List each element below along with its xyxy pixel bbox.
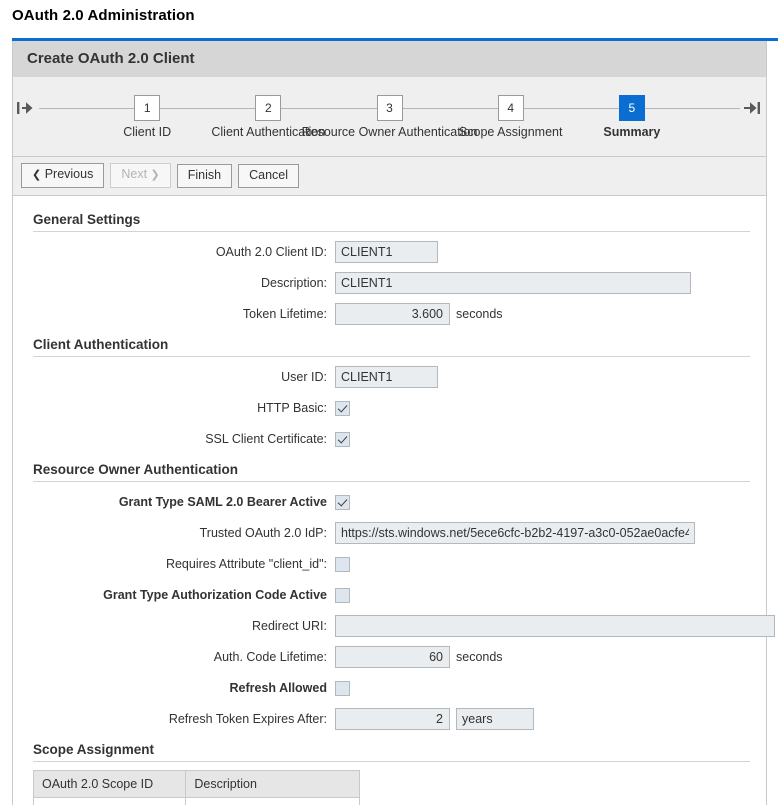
roadmap-step-2[interactable]: 2 Client Authentication	[255, 95, 281, 121]
description-label: Description:	[13, 276, 335, 290]
token-lifetime-label: Token Lifetime:	[13, 307, 335, 321]
section-title-general-settings: General Settings	[13, 206, 766, 231]
field-row-refresh-allowed: Refresh Allowed	[13, 677, 766, 699]
section-divider	[33, 761, 750, 762]
description-input[interactable]	[335, 272, 691, 294]
column-header-scope-id[interactable]: OAuth 2.0 Scope ID	[34, 771, 186, 798]
cell-description: Data Aging Manage Groups	[186, 798, 359, 805]
field-row-user-id: User ID:	[13, 366, 766, 388]
section-title-scope-assignment: Scope Assignment	[13, 736, 766, 761]
next-button-top[interactable]: Next ❯	[110, 163, 170, 188]
token-lifetime-unit: seconds	[456, 307, 503, 321]
oauth-admin-page: OAuth 2.0 Administration Create OAuth 2.…	[0, 0, 778, 805]
field-row-description: Description:	[13, 272, 766, 294]
table-row[interactable]: DAAG_MNGGRP_0001 Data Aging Manage Group…	[34, 798, 360, 805]
field-row-auth-code-active: Grant Type Authorization Code Active	[13, 584, 766, 606]
field-row-auth-code-lifetime: Auth. Code Lifetime: seconds	[13, 646, 766, 668]
roadmap-start-icon	[13, 95, 39, 121]
section-divider	[33, 231, 750, 232]
roadmap-step-1-label: Client ID	[123, 125, 171, 139]
roadmap-step-2-number: 2	[255, 95, 281, 121]
saml-bearer-checkbox[interactable]	[335, 495, 350, 510]
roadmap-step-1[interactable]: 1 Client ID	[134, 95, 160, 121]
redirect-uri-input[interactable]	[335, 615, 775, 637]
roadmap-connector	[403, 95, 498, 121]
finish-button-top[interactable]: Finish	[177, 164, 232, 188]
roadmap-step-3-number: 3	[377, 95, 403, 121]
roadmap-step-4-number: 4	[498, 95, 524, 121]
cell-scope-id: DAAG_MNGGRP_0001	[34, 798, 186, 805]
chevron-left-icon: ❮	[32, 169, 41, 181]
roadmap-step-3[interactable]: 3 Resource Owner Authentication	[377, 95, 403, 121]
roadmap-step-5[interactable]: 5 Summary	[619, 95, 645, 121]
roadmap-connector	[645, 95, 740, 121]
roadmap-step-4-label: Scope Assignment	[459, 125, 563, 139]
column-header-description[interactable]: Description	[186, 771, 359, 798]
roadmap-connector	[39, 95, 134, 121]
field-row-trusted-idp: Trusted OAuth 2.0 IdP:	[13, 522, 766, 544]
user-id-input[interactable]	[335, 366, 438, 388]
auth-code-active-checkbox[interactable]	[335, 588, 350, 603]
roadmap-step-4[interactable]: 4 Scope Assignment	[498, 95, 524, 121]
field-row-saml-bearer: Grant Type SAML 2.0 Bearer Active	[13, 491, 766, 513]
saml-bearer-label: Grant Type SAML 2.0 Bearer Active	[13, 495, 335, 509]
roadmap-step-1-number: 1	[134, 95, 160, 121]
panel-header-title: Create OAuth 2.0 Client	[13, 41, 766, 77]
chevron-right-icon: ❯	[151, 169, 160, 181]
roadmap-step-5-number: 5	[619, 95, 645, 121]
auth-code-lifetime-label: Auth. Code Lifetime:	[13, 650, 335, 664]
field-row-redirect-uri: Redirect URI:	[13, 615, 766, 637]
section-title-resource-owner-authentication: Resource Owner Authentication	[13, 456, 766, 481]
create-client-panel: Create OAuth 2.0 Client 1 Client ID	[12, 41, 767, 805]
auth-code-active-label: Grant Type Authorization Code Active	[13, 588, 335, 602]
roadmap-connector	[281, 95, 376, 121]
table-header-row: OAuth 2.0 Scope ID Description	[34, 771, 360, 798]
refresh-token-expires-unit-input[interactable]	[456, 708, 534, 730]
field-row-ssl-client-certificate: SSL Client Certificate:	[13, 428, 766, 450]
client-id-input[interactable]	[335, 241, 438, 263]
auth-code-lifetime-unit: seconds	[456, 650, 503, 664]
wizard-roadmap: 1 Client ID 2 Client Authentication 3 Re…	[13, 77, 766, 157]
previous-button-top[interactable]: ❮ Previous	[21, 163, 104, 188]
next-button-top-label: Next	[121, 167, 147, 181]
wizard-toolbar-top: ❮ Previous Next ❯ Finish Cancel	[13, 157, 766, 196]
scope-assignment-table: OAuth 2.0 Scope ID Description DAAG_MNGG…	[33, 770, 360, 805]
requires-client-id-label: Requires Attribute "client_id":	[13, 557, 335, 571]
cancel-button-top[interactable]: Cancel	[238, 164, 299, 188]
user-id-label: User ID:	[13, 370, 335, 384]
refresh-allowed-checkbox[interactable]	[335, 681, 350, 696]
section-divider	[33, 481, 750, 482]
refresh-token-expires-input[interactable]	[335, 708, 450, 730]
token-lifetime-input[interactable]	[335, 303, 450, 325]
roadmap-step-5-label: Summary	[603, 125, 660, 139]
roadmap-connector	[160, 95, 255, 121]
http-basic-label: HTTP Basic:	[13, 401, 335, 415]
auth-code-lifetime-input[interactable]	[335, 646, 450, 668]
ssl-client-certificate-checkbox[interactable]	[335, 432, 350, 447]
field-row-http-basic: HTTP Basic:	[13, 397, 766, 419]
app-title-bar: OAuth 2.0 Administration	[0, 0, 778, 36]
roadmap-connector	[524, 95, 619, 121]
field-row-requires-client-id: Requires Attribute "client_id":	[13, 553, 766, 575]
roadmap-track: 1 Client ID 2 Client Authentication 3 Re…	[13, 95, 766, 121]
previous-button-top-label: Previous	[45, 167, 94, 181]
field-row-client-id: OAuth 2.0 Client ID:	[13, 241, 766, 263]
roadmap-step-3-label: Resource Owner Authentication	[302, 125, 478, 139]
page-title: OAuth 2.0 Administration	[12, 7, 195, 24]
requires-client-id-checkbox[interactable]	[335, 557, 350, 572]
section-divider	[33, 356, 750, 357]
trusted-idp-input[interactable]	[335, 522, 695, 544]
trusted-idp-label: Trusted OAuth 2.0 IdP:	[13, 526, 335, 540]
redirect-uri-label: Redirect URI:	[13, 619, 335, 633]
ssl-client-certificate-label: SSL Client Certificate:	[13, 432, 335, 446]
field-row-refresh-token-expires: Refresh Token Expires After:	[13, 708, 766, 730]
client-id-label: OAuth 2.0 Client ID:	[13, 245, 335, 259]
summary-form: General Settings OAuth 2.0 Client ID: De…	[13, 196, 766, 805]
http-basic-checkbox[interactable]	[335, 401, 350, 416]
roadmap-end-icon	[740, 95, 766, 121]
refresh-token-expires-label: Refresh Token Expires After:	[13, 712, 335, 726]
refresh-allowed-label: Refresh Allowed	[13, 681, 335, 695]
section-title-client-authentication: Client Authentication	[13, 331, 766, 356]
field-row-token-lifetime: Token Lifetime: seconds	[13, 303, 766, 325]
